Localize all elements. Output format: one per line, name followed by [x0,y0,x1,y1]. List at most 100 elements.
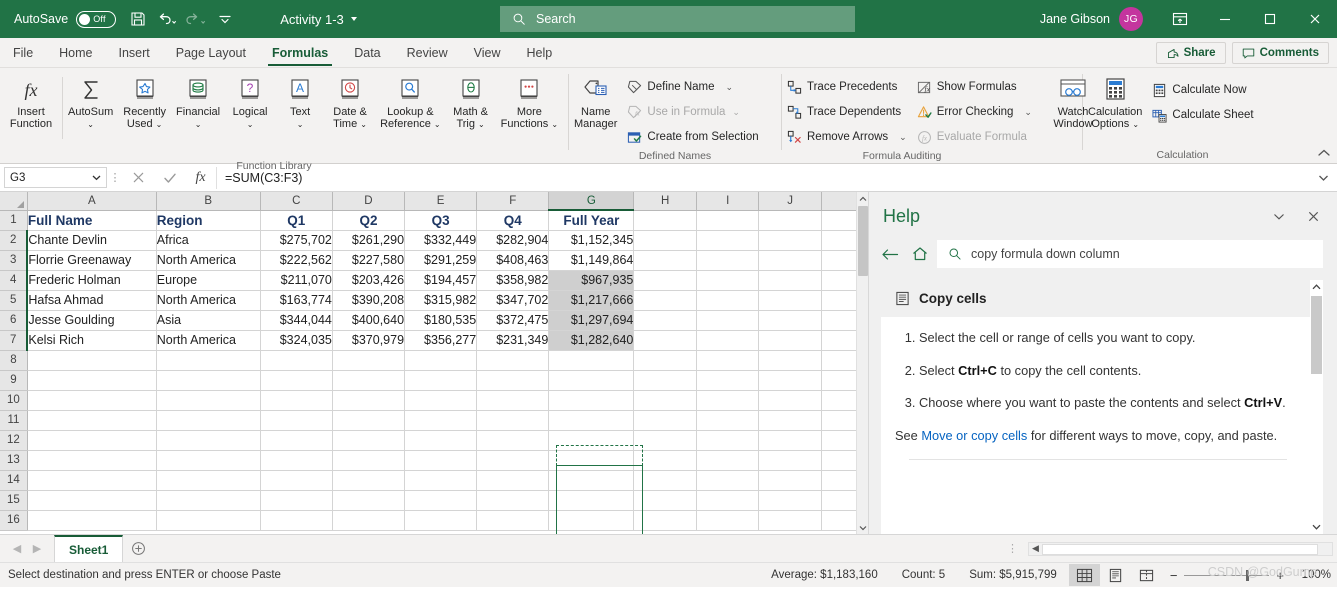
cell-b9[interactable] [156,370,261,391]
cell-i2[interactable] [696,230,760,251]
scroll-down-icon[interactable] [857,521,868,534]
cell-f15[interactable] [476,490,550,511]
page-layout-view-icon[interactable] [1100,564,1131,586]
row-header-9[interactable]: 9 [0,370,28,391]
undo-icon[interactable] [153,6,180,32]
previous-sheet-icon[interactable]: ◀ [8,542,26,555]
column-header-f[interactable]: F [476,192,550,211]
horizontal-scrollbar-thumb[interactable] [1042,543,1318,555]
cell-a9[interactable] [27,370,157,391]
cell-d6[interactable]: $400,640 [332,310,406,331]
help-search-input[interactable]: copy formula down column [937,240,1323,268]
cell-g11[interactable] [548,410,635,431]
cell-g2[interactable]: $1,152,345 [548,230,635,251]
help-scrollbar-thumb[interactable] [1311,296,1322,374]
back-arrow-icon[interactable] [877,241,903,267]
cell-f6[interactable]: $372,475 [476,310,550,331]
date-time-button[interactable]: Date & Time ⌄ [325,72,375,133]
define-name-button[interactable]: Define Name ⌄ [622,75,763,99]
status-sum[interactable]: Sum: $5,915,799 [957,569,1069,581]
cell-j7[interactable] [758,330,822,351]
cell-h15[interactable] [633,490,698,511]
column-header-i[interactable]: I [696,192,760,211]
cell-j15[interactable] [758,490,822,511]
cell-h2[interactable] [633,230,698,251]
ribbon-display-options-icon[interactable] [1157,0,1202,38]
cell-g12[interactable] [548,430,635,451]
cell-b13[interactable] [156,450,261,471]
document-title[interactable]: Activity 1-3 [280,12,357,27]
cell-i7[interactable] [696,330,760,351]
autosave-switch[interactable]: Off [76,10,117,28]
cell-h4[interactable] [633,270,698,291]
cell-b4[interactable]: Europe [156,270,261,291]
cell-g13[interactable] [548,450,635,471]
cell-f5[interactable]: $347,702 [476,290,550,311]
cell-c16[interactable] [260,510,333,531]
cell-c12[interactable] [260,430,333,451]
calculate-now-button[interactable]: Calculate Now [1147,78,1258,102]
cell-a16[interactable] [27,510,157,531]
cell-h9[interactable] [633,370,698,391]
row-header-11[interactable]: 11 [0,410,28,431]
cell-e7[interactable]: $356,277 [404,330,478,351]
cell-c15[interactable] [260,490,333,511]
cell-j16[interactable] [758,510,822,531]
cell-d3[interactable]: $227,580 [332,250,406,271]
cell-f13[interactable] [476,450,550,471]
cell-b3[interactable]: North America [156,250,261,271]
text-button[interactable]: A Text ⌄ [275,72,325,133]
cell-c4[interactable]: $211,070 [260,270,333,291]
tab-review[interactable]: Review [394,39,461,67]
use-in-formula-button[interactable]: fx Use in Formula ⌄ [622,100,763,124]
cell-j4[interactable] [758,270,822,291]
evaluate-formula-button[interactable]: fx Evaluate Formula [912,125,1037,149]
cell-i6[interactable] [696,310,760,331]
cell-f1[interactable]: Q4 [476,210,550,231]
cell-a6[interactable]: Jesse Goulding [27,310,157,331]
error-checking-button[interactable]: Error Checking ⌄ [912,100,1037,124]
redo-icon[interactable] [182,6,209,32]
cell-c1[interactable]: Q1 [260,210,333,231]
cell-j12[interactable] [758,430,822,451]
cell-d14[interactable] [332,470,406,491]
recently-used-button[interactable]: Recently Used ⌄ [118,72,171,133]
cell-e9[interactable] [404,370,478,391]
home-icon[interactable] [907,241,933,267]
cell-c5[interactable]: $163,774 [260,290,333,311]
column-header-j[interactable]: J [758,192,822,211]
cell-a1[interactable]: Full Name [27,210,157,231]
insert-function-button[interactable]: fx Insert Function [0,72,62,132]
cell-i1[interactable] [696,210,760,231]
remove-arrows-button[interactable]: Remove Arrows ⌄ [782,125,912,149]
cell-j9[interactable] [758,370,822,391]
cell-j3[interactable] [758,250,822,271]
cell-e8[interactable] [404,350,478,371]
cell-h1[interactable] [633,210,698,231]
cell-a8[interactable] [27,350,157,371]
cell-g9[interactable] [548,370,635,391]
autosave-toggle[interactable]: AutoSave Off [14,10,117,28]
search-input[interactable]: Search [500,6,855,32]
cell-f7[interactable]: $231,349 [476,330,550,351]
row-header-2[interactable]: 2 [0,230,29,251]
column-header-a[interactable]: A [27,192,157,211]
cell-c11[interactable] [260,410,333,431]
cell-d7[interactable]: $370,979 [332,330,406,351]
cell-h11[interactable] [633,410,698,431]
spreadsheet-grid[interactable]: A B C D E F G H I J 1 Full Name Region Q… [0,192,868,534]
cell-i12[interactable] [696,430,760,451]
cell-i15[interactable] [696,490,760,511]
row-header-6[interactable]: 6 [0,310,29,331]
cell-f11[interactable] [476,410,550,431]
cell-d2[interactable]: $261,290 [332,230,406,251]
help-scroll-up-icon[interactable] [1310,280,1323,294]
cell-f2[interactable]: $282,904 [476,230,550,251]
cell-h3[interactable] [633,250,698,271]
create-from-selection-button[interactable]: Create from Selection [622,125,763,149]
cell-i11[interactable] [696,410,760,431]
cell-g4[interactable]: $967,935 [548,270,635,291]
cell-c10[interactable] [260,390,333,411]
row-header-5[interactable]: 5 [0,290,29,311]
zoom-in-button[interactable]: + [1276,568,1284,583]
